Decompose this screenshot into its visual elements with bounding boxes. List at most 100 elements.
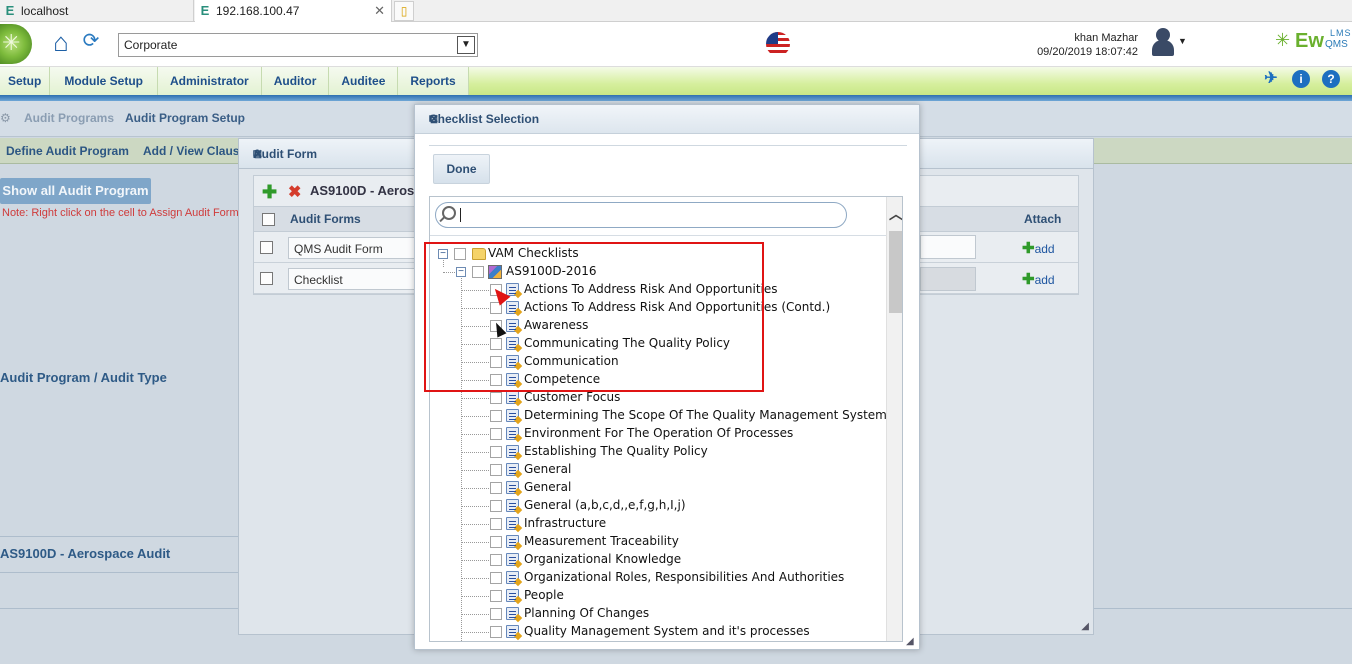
tree-checkbox[interactable] <box>490 428 502 440</box>
plus-icon: ✚ <box>1022 271 1035 288</box>
tree-node-item[interactable]: Quality Management System and it's proce… <box>524 624 810 638</box>
row-checkbox[interactable] <box>260 272 273 285</box>
tree-node-item[interactable]: General <box>524 462 571 476</box>
divider <box>429 145 907 146</box>
done-button[interactable]: Done <box>433 154 490 184</box>
attach-add-link[interactable]: ✚add <box>1022 239 1055 257</box>
scroll-thumb[interactable] <box>889 231 902 313</box>
row-checkbox[interactable] <box>260 241 273 254</box>
tab-label: localhost <box>21 4 69 18</box>
tab-add-view-clause[interactable]: Add / View Clause <box>143 144 246 158</box>
menu-setup[interactable]: Setup <box>0 67 51 95</box>
checklist-doc-icon <box>506 535 519 548</box>
delete-icon[interactable]: ✖ <box>288 182 301 202</box>
organization-value: Corporate <box>124 38 178 52</box>
main-menu-bar: Setup Module Setup Administrator Auditor… <box>0 67 1352 95</box>
audit-program-type-label: Audit Program / Audit Type <box>0 370 167 385</box>
user-name: khan Mazhar <box>1074 32 1138 44</box>
tree-checkbox[interactable] <box>490 500 502 512</box>
brand-qms: QMS <box>1325 39 1348 50</box>
checklist-doc-icon <box>506 553 519 566</box>
browser-tab-bar: E localhost E 192.168.100.47 ✕ <box>0 0 1352 22</box>
checklist-doc-icon <box>506 463 519 476</box>
add-icon[interactable]: ✚ <box>262 182 277 203</box>
attach-add-label: add <box>1034 273 1055 287</box>
menu-auditee[interactable]: Auditee <box>329 67 399 95</box>
pin-icon[interactable]: ✈ <box>1262 70 1280 88</box>
tree-checkbox[interactable] <box>490 464 502 476</box>
tree-checkbox[interactable] <box>490 446 502 458</box>
new-tab-button[interactable]: ▯ <box>394 1 414 21</box>
resize-handle-icon[interactable]: ◢ <box>906 636 914 647</box>
select-all-checkbox[interactable] <box>262 213 275 226</box>
breadcrumb-audit-programs[interactable]: Audit Programs <box>24 111 114 125</box>
checklist-doc-icon <box>506 391 519 404</box>
show-all-audit-program-button[interactable]: Show all Audit Program <box>0 178 151 204</box>
user-avatar-icon[interactable] <box>1150 26 1176 58</box>
attach-add-link[interactable]: ✚add <box>1022 270 1055 288</box>
home-icon[interactable]: ⌂ <box>46 28 76 56</box>
checklist-doc-icon <box>506 499 519 512</box>
brand-logo: ✳ Ew LMS QMS <box>1275 28 1351 56</box>
menu-administrator[interactable]: Administrator <box>158 67 262 95</box>
audit-form-field[interactable]: Checklist <box>288 268 418 290</box>
tree-node-item[interactable]: General <box>524 480 571 494</box>
audit-program-name-label: AS9100D - Aerospace Audit <box>0 546 171 561</box>
caret-down-icon[interactable]: ▼ <box>1178 36 1187 46</box>
tree-guide <box>461 506 489 507</box>
language-flag-icon[interactable] <box>766 32 790 56</box>
info-icon[interactable]: i <box>1292 70 1310 88</box>
tree-node-item[interactable]: Organizational Roles, Responsibilities A… <box>524 570 844 584</box>
tree-node-item[interactable]: People <box>524 588 564 602</box>
close-tab-icon[interactable]: ✕ <box>374 3 385 19</box>
checklist-doc-icon <box>506 427 519 440</box>
organization-select[interactable]: Corporate ▼ <box>118 33 478 57</box>
checklist-doc-icon <box>506 589 519 602</box>
tree-guide <box>461 470 489 471</box>
tree-node-item[interactable]: Environment For The Operation Of Process… <box>524 426 793 440</box>
chevron-down-icon[interactable]: ▼ <box>457 36 475 54</box>
row-field <box>920 267 976 291</box>
tree-checkbox[interactable] <box>490 590 502 602</box>
tree-node-item[interactable]: Measurement Traceability <box>524 534 679 548</box>
menu-auditor[interactable]: Auditor <box>262 67 330 95</box>
tree-guide <box>461 452 489 453</box>
menu-module-setup[interactable]: Module Setup <box>50 67 159 95</box>
resize-handle-icon[interactable]: ◢ <box>1081 621 1089 632</box>
menu-reports[interactable]: Reports <box>398 67 469 95</box>
tree-checkbox[interactable] <box>490 554 502 566</box>
browser-tab-localhost[interactable]: E localhost <box>0 0 194 22</box>
tree-node-item[interactable]: Establishing The Quality Policy <box>524 444 708 458</box>
tree-checkbox[interactable] <box>490 608 502 620</box>
row-field[interactable] <box>920 235 976 259</box>
browser-tab-active[interactable]: E 192.168.100.47 ✕ <box>195 0 392 22</box>
help-icon[interactable]: ? <box>1322 70 1340 88</box>
checklist-doc-icon <box>506 571 519 584</box>
brand-asterisk-icon: ✳ <box>1275 30 1291 50</box>
tree-node-item[interactable]: Infrastructure <box>524 516 606 530</box>
dialog-titlebar: Checklist Selection ⧉ ✕ <box>415 105 919 134</box>
tree-checkbox[interactable] <box>490 626 502 638</box>
tree-checkbox[interactable] <box>490 536 502 548</box>
checklist-doc-icon <box>506 607 519 620</box>
tree-scrollbar[interactable]: ︿ <box>886 197 902 641</box>
tree-node-item[interactable]: Customer Focus <box>524 390 620 404</box>
tree-node-item[interactable]: General (a,b,c,d,,e,f,g,h,I,j) <box>524 498 686 512</box>
tree-checkbox[interactable] <box>490 410 502 422</box>
tree-node-item[interactable]: Determining The Scope Of The Quality Man… <box>524 408 887 422</box>
plus-icon: ✚ <box>1022 240 1035 257</box>
tree-node-item[interactable]: Planning Of Changes <box>524 606 649 620</box>
tree-checkbox[interactable] <box>490 518 502 530</box>
refresh-icon[interactable]: ⟳ <box>80 30 102 52</box>
settings-icon: ⚙ <box>0 111 11 125</box>
tree-checkbox[interactable] <box>490 482 502 494</box>
tree-guide <box>461 524 489 525</box>
highlight-box <box>424 242 764 392</box>
tab-define-audit-program[interactable]: Define Audit Program <box>6 144 129 158</box>
tree-node-item[interactable]: Organizational Knowledge <box>524 552 681 566</box>
tree-checkbox[interactable] <box>490 572 502 584</box>
close-icon[interactable]: ✕ <box>429 112 909 126</box>
tree-checkbox[interactable] <box>490 392 502 404</box>
audit-form-field[interactable]: QMS Audit Form <box>288 237 418 259</box>
scroll-up-icon[interactable]: ︿ <box>887 207 902 221</box>
